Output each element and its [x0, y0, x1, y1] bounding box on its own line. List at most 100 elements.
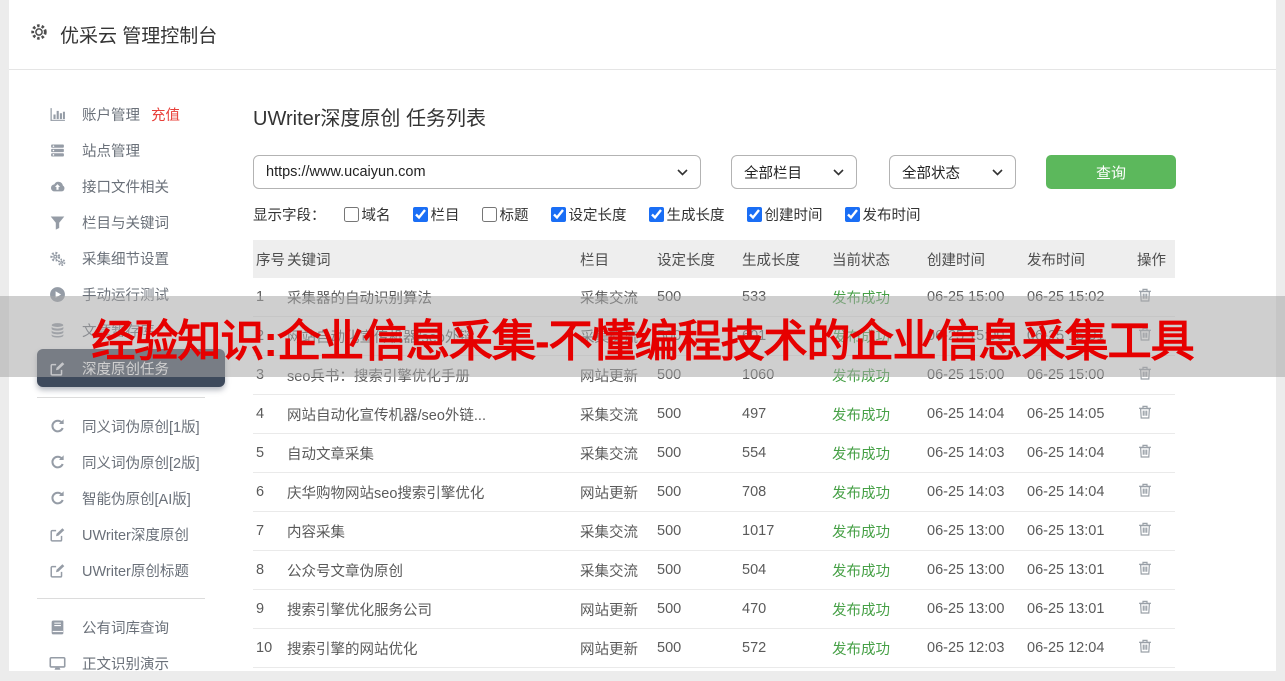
checkbox-publish-time[interactable]: [844, 207, 860, 222]
cell-publish-time: 06-25 14:04: [1027, 484, 1105, 500]
field-checkbox-create-time[interactable]: 创建时间: [746, 204, 823, 225]
refresh-icon: [49, 453, 67, 471]
delete-task-button[interactable]: [1137, 638, 1153, 654]
edit-icon: [49, 561, 67, 579]
checkbox-domain[interactable]: [343, 207, 359, 222]
chart-icon: [49, 105, 67, 123]
checkbox-label: 生成长度: [666, 208, 725, 224]
cell-actions: [1137, 560, 1175, 580]
sidebar-item-ai-rewrite[interactable]: 智能伪原创[AI版]: [9, 480, 231, 516]
sidebar-item-label: 账户管理: [82, 107, 140, 124]
table-row: 9 搜索引擎优化服务公司 网站更新 500 470 发布成功 06-25 13:00 06-2…: [253, 590, 1175, 629]
cell-publish-time: 06-25 13:01: [1027, 562, 1105, 578]
column-header: 生成长度: [742, 252, 800, 269]
app-header: 优采云 管理控制台: [9, 0, 1276, 70]
cell-status: 发布成功: [832, 524, 890, 541]
cell-publish-time: 06-25 12:04: [1027, 640, 1105, 656]
sidebar-item-label: 同义词伪原创[2版]: [82, 455, 200, 472]
filter-row: https://www.ucaiyun.com 全部栏目 全部状态 查询: [253, 155, 1276, 189]
sidebar-item-synonym-rewrite-v1[interactable]: 同义词伪原创[1版]: [9, 408, 231, 444]
cell-status: 发布成功: [832, 641, 890, 658]
cell-index: 7: [256, 523, 265, 539]
sidebar-item-account-management[interactable]: 账户管理 充值: [9, 96, 231, 132]
book-icon: [49, 618, 67, 636]
sidebar-item-label: 采集细节设置: [82, 251, 169, 268]
site-select[interactable]: https://www.ucaiyun.com: [253, 155, 701, 189]
delete-task-button[interactable]: [1137, 521, 1153, 537]
recharge-link[interactable]: 充值: [151, 104, 180, 125]
sidebar-item-label: 智能伪原创[AI版]: [82, 491, 191, 508]
delete-task-button[interactable]: [1137, 443, 1153, 459]
table-row: 5 自动文章采集 采集交流 500 554 发布成功 06-25 14:03 06-25 14…: [253, 434, 1175, 473]
cell-keyword: 搜索引擎的网站优化: [287, 641, 418, 658]
cell-gen-length: 554: [742, 445, 767, 461]
sidebar-divider: [37, 397, 205, 398]
table-row: 7 内容采集 采集交流 500 1017 发布成功 06-25 13:00 06-25 13:…: [253, 512, 1175, 551]
sidebar-item-label: 正文识别演示: [82, 656, 169, 673]
cell-set-length: 500: [657, 562, 682, 578]
cell-created-time: 06-25 12:03: [927, 640, 1005, 656]
cell-publish-time: 06-25 14:05: [1027, 406, 1105, 422]
field-checkbox-gen-length[interactable]: 生成长度: [648, 204, 725, 225]
sidebar-item-label: 站点管理: [82, 143, 140, 160]
checkbox-label: 域名: [361, 208, 391, 224]
filter-icon: [49, 213, 67, 231]
checkbox-set-length[interactable]: [550, 207, 566, 222]
sidebar-item-label: 同义词伪原创[1版]: [82, 419, 200, 436]
cell-index: 5: [256, 445, 265, 461]
cell-actions: [1137, 443, 1175, 463]
column-header: 序号: [256, 252, 285, 269]
delete-task-button[interactable]: [1137, 482, 1153, 498]
delete-task-button[interactable]: [1137, 560, 1153, 576]
sidebar-item-synonym-rewrite-v2[interactable]: 同义词伪原创[2版]: [9, 444, 231, 480]
cell-set-length: 500: [657, 523, 682, 539]
table-row: 4 网站自动化宣传机器/seo外链... 采集交流 500 497 发布成功 06-25 1…: [253, 395, 1175, 434]
column-header: 创建时间: [927, 252, 985, 269]
delete-task-button[interactable]: [1137, 404, 1153, 420]
field-checkbox-set-length[interactable]: 设定长度: [550, 204, 627, 225]
gear-logo-icon: [29, 22, 49, 47]
checkbox-column[interactable]: [412, 207, 428, 222]
cell-created-time: 06-25 14:03: [927, 484, 1005, 500]
sidebar-item-uwriter-deep-original[interactable]: UWriter深度原创: [9, 516, 231, 552]
watermark-text: 经验知识:企业信息采集-不懂编程技术的企业信息采集工具: [91, 316, 1194, 366]
status-filter-select[interactable]: 全部状态: [889, 155, 1016, 189]
cell-index: 10: [256, 640, 273, 656]
checkbox-gen-length[interactable]: [648, 207, 664, 222]
cell-created-time: 06-25 13:00: [927, 601, 1005, 617]
display-fields-row: 显示字段： 域名 栏目 标题 设定长度 生成长度 创建时间 发布时间: [253, 204, 1276, 225]
field-checkbox-title[interactable]: 标题: [481, 204, 529, 225]
cell-actions: [1137, 404, 1175, 424]
checkbox-title[interactable]: [481, 207, 497, 222]
sidebar-item-interface-files[interactable]: 接口文件相关: [9, 168, 231, 204]
sidebar-item-columns-keywords[interactable]: 栏目与关键词: [9, 204, 231, 240]
cell-gen-length: 1017: [742, 523, 775, 539]
sidebar-item-content-recognition[interactable]: 正文识别演示: [9, 645, 231, 681]
sidebar-item-uwriter-original-title[interactable]: UWriter原创标题: [9, 552, 231, 588]
column-filter-select[interactable]: 全部栏目: [731, 155, 857, 189]
field-checkbox-domain[interactable]: 域名: [343, 204, 391, 225]
cell-actions: [1137, 638, 1175, 658]
cell-status: 发布成功: [832, 407, 890, 424]
sidebar-item-label: 接口文件相关: [82, 179, 169, 196]
cell-status: 发布成功: [832, 563, 890, 580]
cell-created-time: 06-25 13:00: [927, 562, 1005, 578]
sidebar-item-collection-settings[interactable]: 采集细节设置: [9, 240, 231, 276]
checkbox-label: 发布时间: [862, 208, 921, 224]
table-row: 10 搜索引擎的网站优化 网站更新 500 572 发布成功 06-25 12:03 06-2…: [253, 629, 1175, 668]
delete-task-button[interactable]: [1137, 599, 1153, 615]
chevron-down-icon: [677, 164, 688, 180]
search-button[interactable]: 查询: [1046, 155, 1176, 189]
cell-status: 发布成功: [832, 485, 890, 502]
column-header: 设定长度: [657, 252, 715, 269]
field-checkbox-publish-time[interactable]: 发布时间: [844, 204, 921, 225]
checkbox-label: 创建时间: [764, 208, 823, 224]
checkbox-create-time[interactable]: [746, 207, 762, 222]
sidebar-item-public-thesaurus[interactable]: 公有词库查询: [9, 609, 231, 645]
column-header: 发布时间: [1027, 252, 1085, 269]
cell-gen-length: 504: [742, 562, 767, 578]
edit-icon: [49, 525, 67, 543]
sidebar-item-site-management[interactable]: 站点管理: [9, 132, 231, 168]
display-fields-label: 显示字段：: [253, 208, 326, 224]
field-checkbox-column[interactable]: 栏目: [412, 204, 460, 225]
